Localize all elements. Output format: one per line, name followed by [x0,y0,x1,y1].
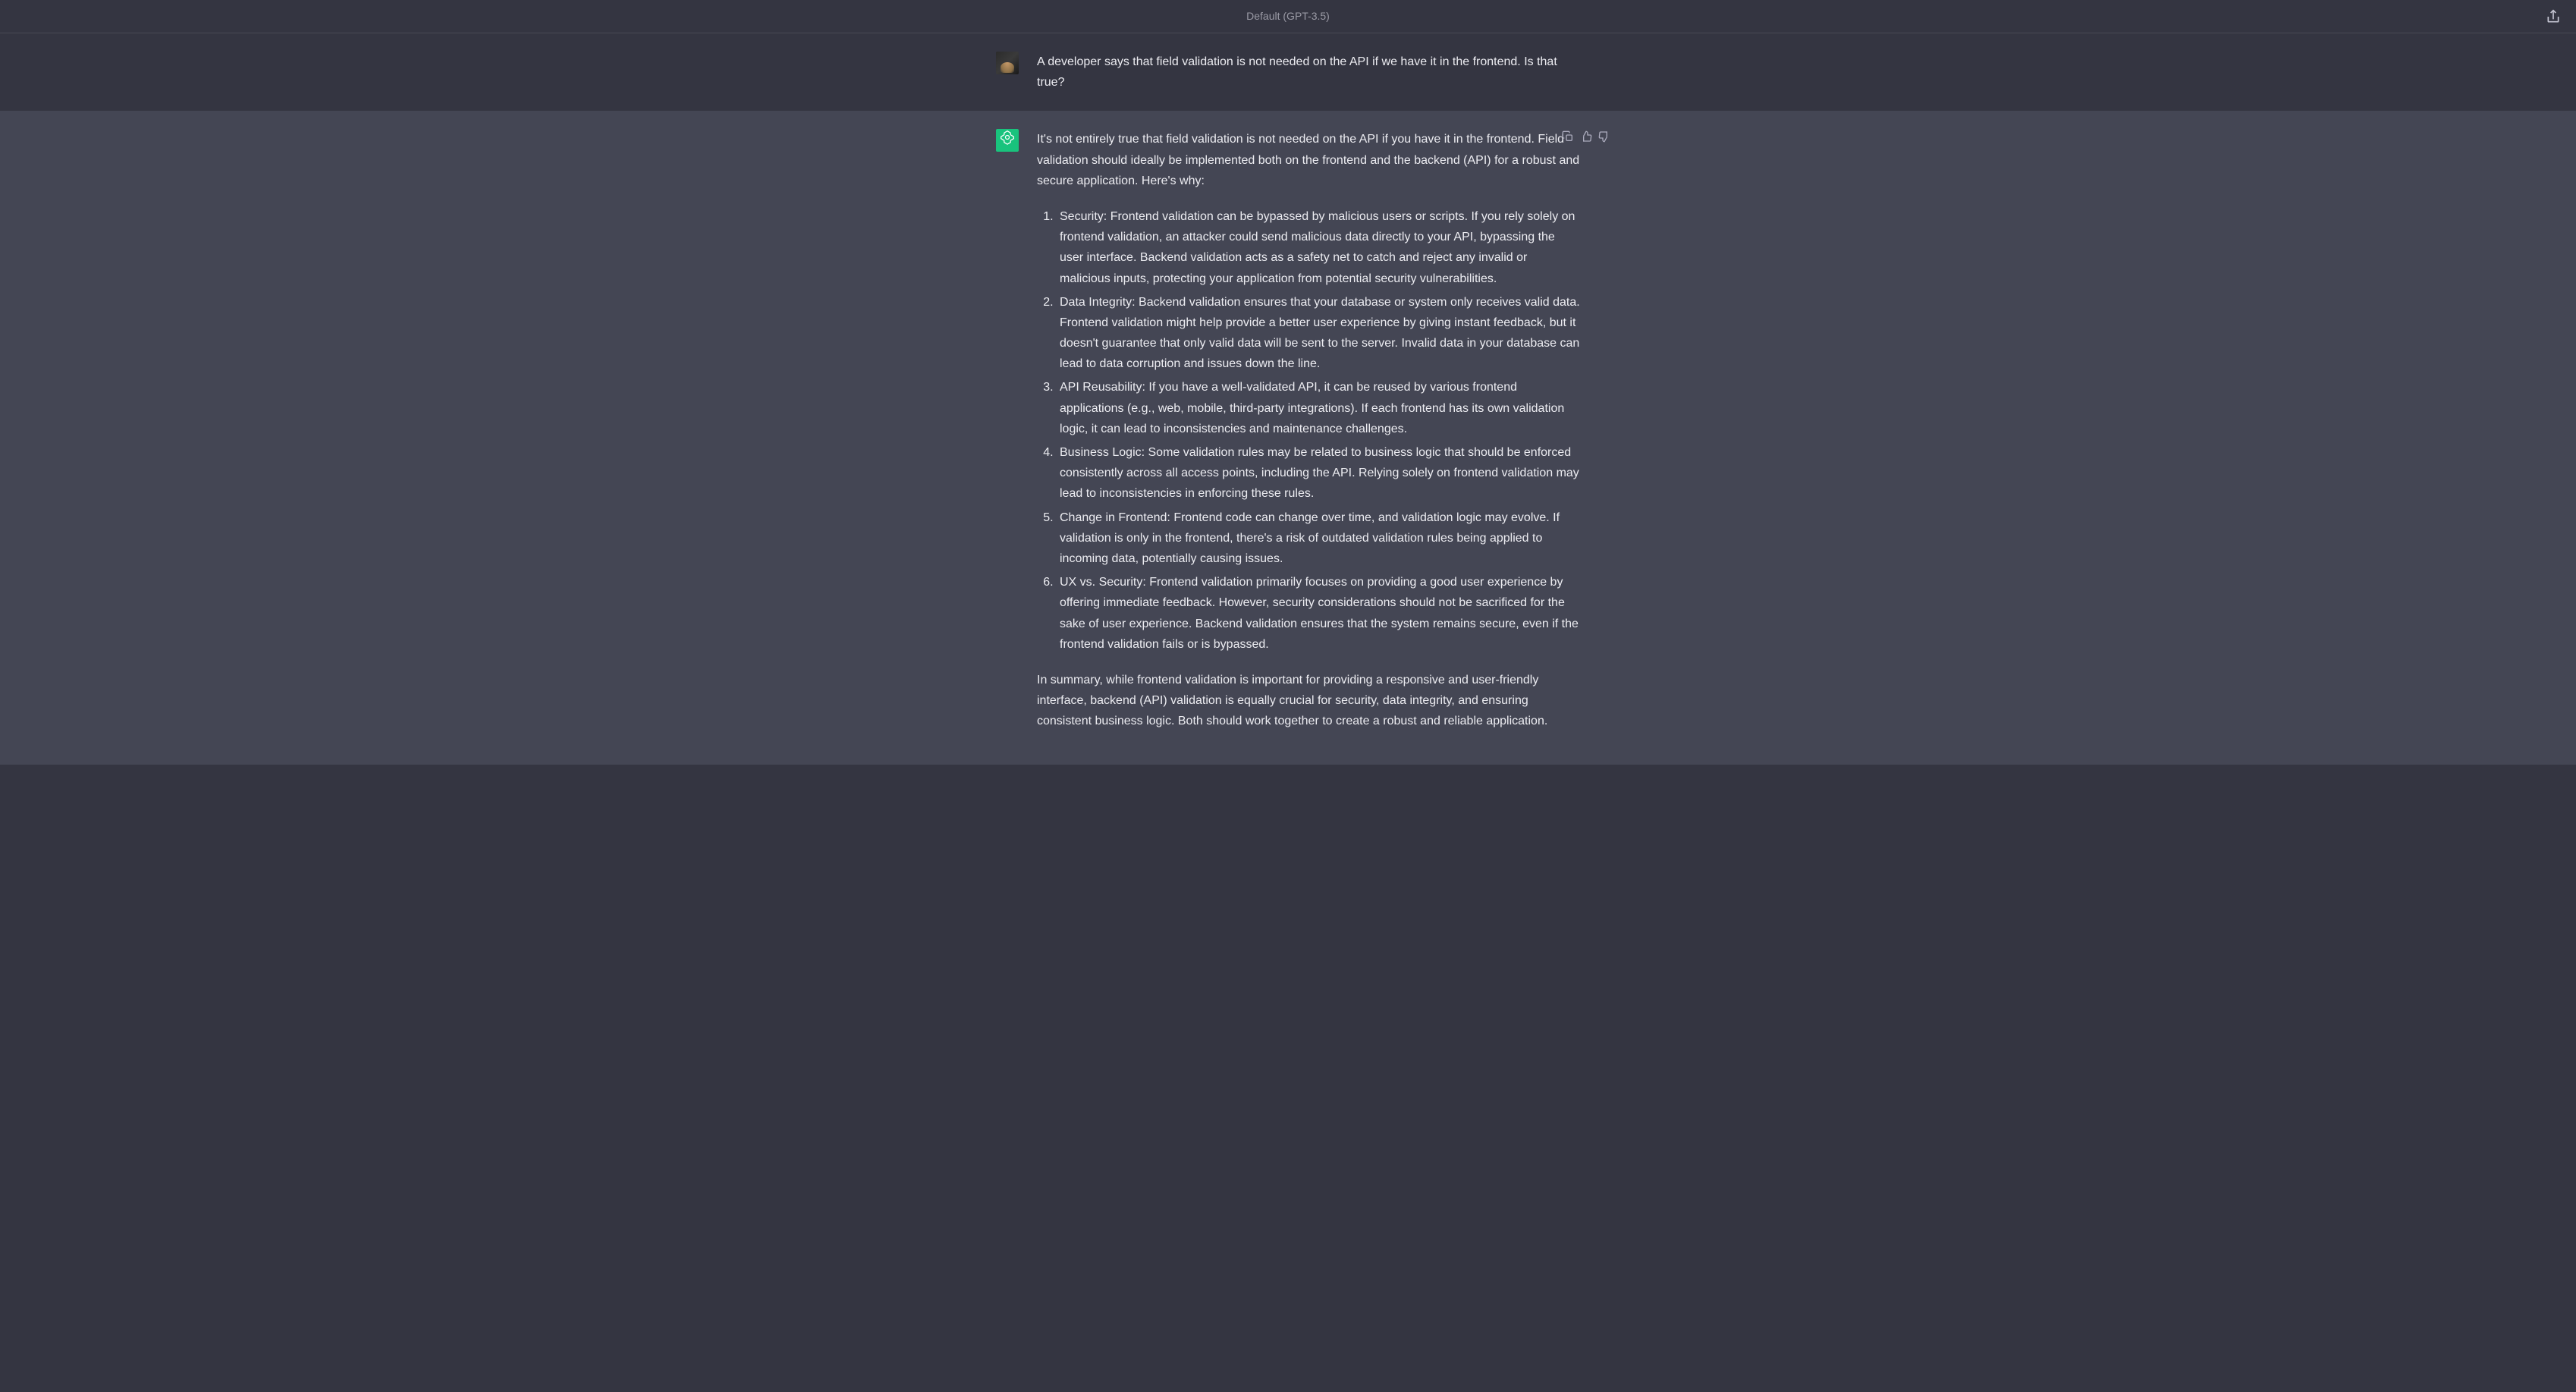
list-item: Data Integrity: Backend validation ensur… [1057,292,1580,375]
assistant-message: It's not entirely true that field valida… [0,111,2576,765]
user-question-text: A developer says that field validation i… [1037,55,1557,89]
avatar [996,52,1019,74]
list-item: Change in Frontend: Frontend code can ch… [1057,507,1580,570]
list-item: Business Logic: Some validation rules ma… [1057,442,1580,504]
message-actions [1562,129,1610,141]
model-label: Default (GPT-3.5) [1246,8,1330,26]
copy-icon[interactable] [1562,129,1574,141]
topbar: Default (GPT-3.5) [0,0,2576,33]
assistant-message-content: It's not entirely true that field valida… [1037,129,1580,746]
conversation: A developer says that field validation i… [0,33,2576,765]
thumbs-up-icon[interactable] [1580,129,1592,141]
thumbs-down-icon[interactable] [1598,129,1610,141]
assistant-summary: In summary, while frontend validation is… [1037,670,1580,732]
assistant-intro: It's not entirely true that field valida… [1037,129,1580,191]
list-item: Security: Frontend validation can be byp… [1057,206,1580,289]
user-message-text: A developer says that field validation i… [1037,52,1580,93]
assistant-points-list: Security: Frontend validation can be byp… [1037,206,1580,655]
list-item: UX vs. Security: Frontend validation pri… [1057,572,1580,655]
share-icon[interactable] [2546,9,2561,24]
list-item: API Reusability: If you have a well-vali… [1057,377,1580,439]
user-message: A developer says that field validation i… [0,33,2576,111]
openai-logo-icon [1000,130,1015,152]
avatar [996,129,1019,152]
